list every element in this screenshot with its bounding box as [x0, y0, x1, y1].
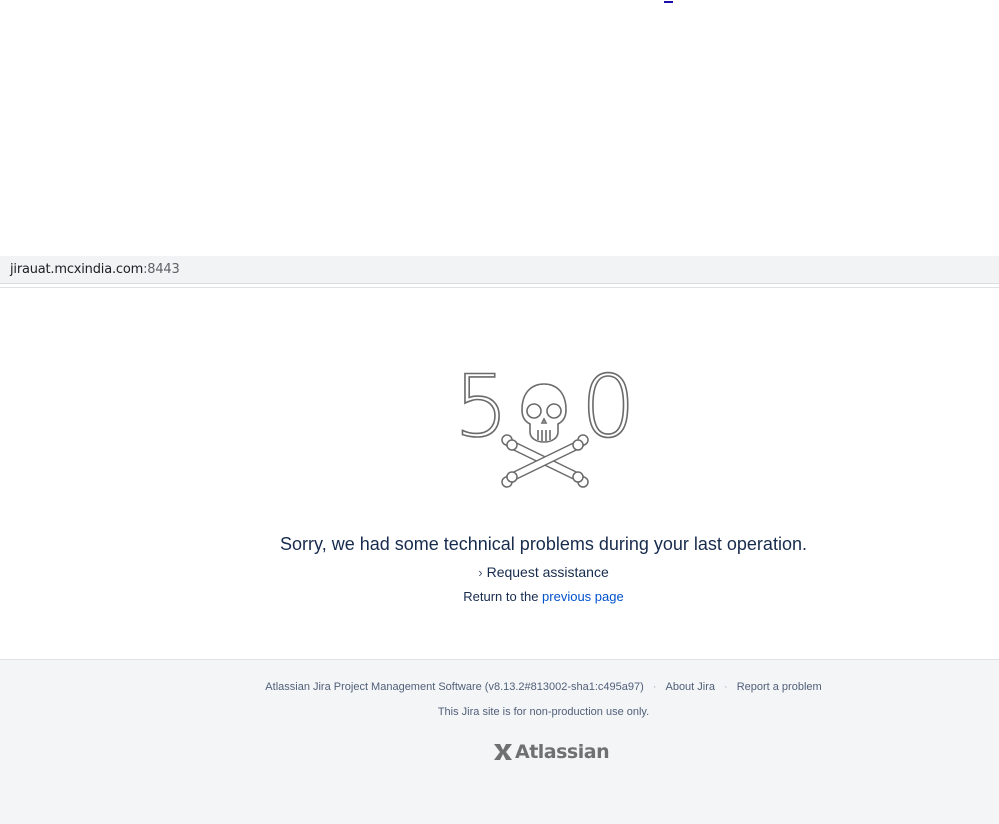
url-host: jirauat.mcxindia.com [10, 262, 144, 277]
request-assistance-label: Request assistance [486, 564, 609, 580]
atlassian-logo[interactable]: Atlassian [492, 739, 610, 765]
chevron-right-icon: › [478, 565, 483, 580]
about-jira-link[interactable]: About Jira [665, 681, 715, 693]
blank-top-region [0, 0, 999, 256]
footer: Atlassian Jira Project Management Softwa… [0, 659, 999, 824]
underscore-mark [664, 1, 673, 3]
atlassian-logo-icon [494, 744, 512, 760]
request-assistance-toggle[interactable]: › Request assistance [0, 563, 999, 582]
error-500-skull-illustration: 5 0 [453, 366, 636, 488]
footer-separator: · [724, 681, 728, 693]
digit-five: 5 [454, 366, 509, 457]
crossbones-icon [501, 434, 589, 488]
footer-separator: · [652, 681, 657, 693]
status-url: jirauat.mcxindia.com:8443 [10, 262, 180, 278]
skull-icon [521, 383, 567, 443]
report-problem-link[interactable]: Report a problem [737, 681, 822, 693]
return-line: Return to the previous page [0, 589, 999, 605]
url-port: :8443 [143, 262, 180, 277]
footer-links: Atlassian Jira Project Management Softwa… [0, 680, 999, 694]
non-production-note: This Jira site is for non-production use… [437, 706, 650, 718]
return-prefix: Return to the [463, 589, 539, 604]
status-url-bar: jirauat.mcxindia.com:8443 [0, 256, 999, 284]
atlassian-logo-text: Atlassian [515, 741, 610, 763]
previous-page-link[interactable]: previous page [542, 589, 624, 604]
digit-zero: 0 [581, 366, 636, 457]
error-message: Sorry, we had some technical problems du… [280, 534, 807, 554]
jira-software-link[interactable]: Atlassian Jira Project Management Softwa… [265, 681, 644, 693]
